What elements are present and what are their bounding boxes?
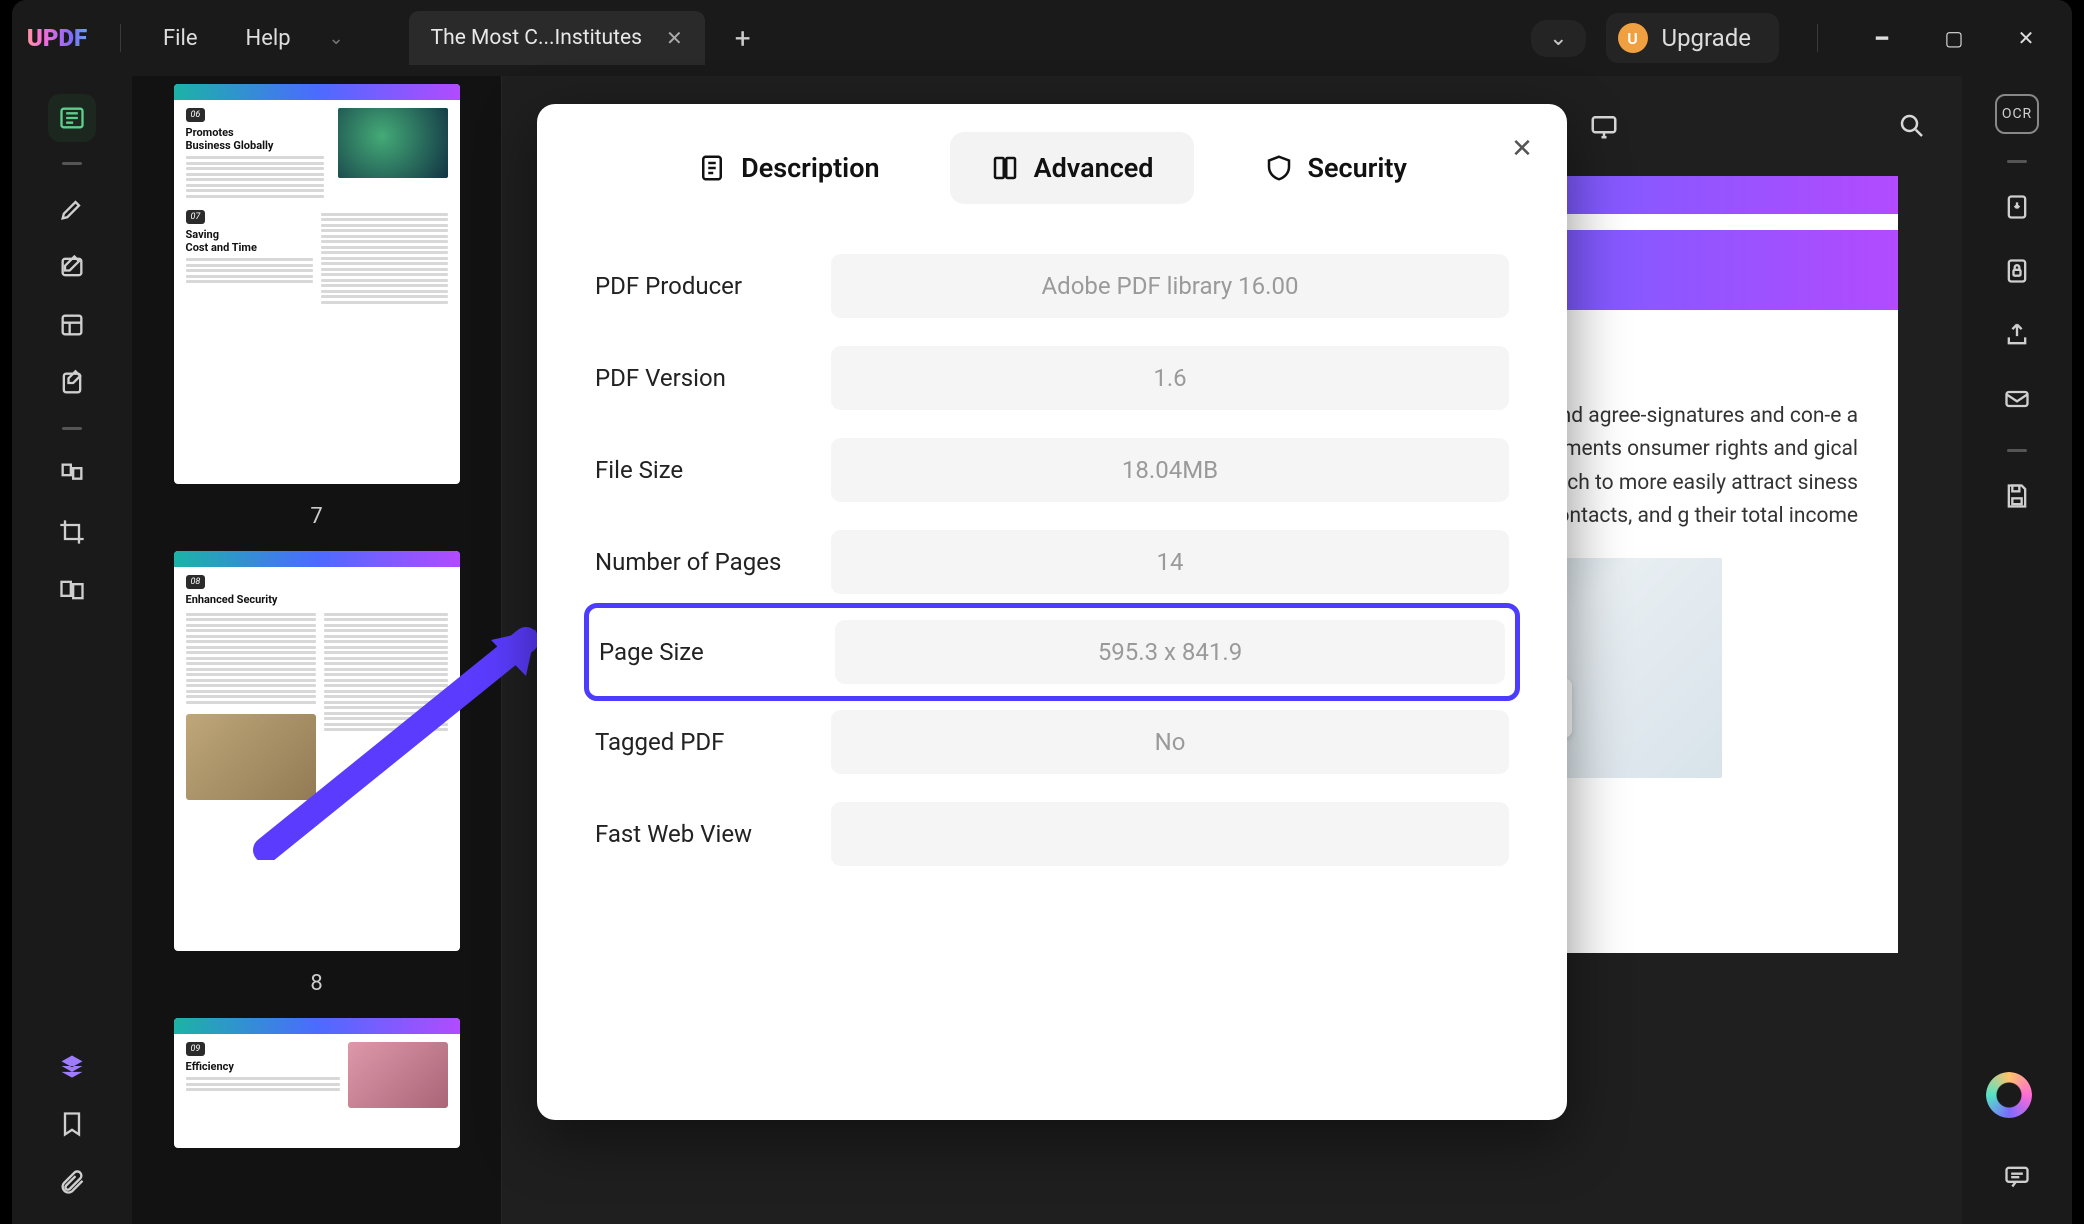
ocr-button[interactable]: OCR <box>1995 94 2039 134</box>
tool-compare[interactable] <box>48 566 96 614</box>
presentation-icon[interactable] <box>1582 104 1626 148</box>
right-tool-rail: OCR <box>1962 76 2072 1224</box>
share-icon[interactable] <box>1993 311 2041 359</box>
window-close-button[interactable]: ✕ <box>2000 18 2052 58</box>
separator <box>2007 160 2027 163</box>
save-icon[interactable] <box>1993 472 2041 520</box>
prop-value: 595.3 x 841.9 <box>835 620 1505 684</box>
row-number-of-pages: Number of Pages 14 <box>589 516 1515 608</box>
tool-attachments[interactable] <box>48 1158 96 1206</box>
document-properties-modal: ✕ Description Advanced Security PDF Prod… <box>537 104 1567 1120</box>
row-file-size: File Size 18.04MB <box>589 424 1515 516</box>
app-window: UPDF File Help ⌄ The Most C...Institutes… <box>12 0 2072 1224</box>
separator <box>62 162 82 165</box>
tool-organize-pages[interactable] <box>48 450 96 498</box>
thumbnail-panel[interactable]: 06 Promotes Business Globally 07 Saving … <box>132 76 502 1224</box>
tool-page-layout[interactable] <box>48 301 96 349</box>
close-icon[interactable]: ✕ <box>1503 130 1541 168</box>
separator <box>2007 449 2027 452</box>
thumbnail-graphic <box>186 714 316 800</box>
tab-strip: The Most C...Institutes ✕ + <box>409 11 761 65</box>
properties-list: PDF Producer Adobe PDF library 16.00 PDF… <box>567 240 1537 880</box>
thumbnail-graphic <box>348 1042 448 1108</box>
prop-label: File Size <box>595 456 805 484</box>
brand-logo-icon[interactable] <box>1986 1072 2032 1118</box>
tool-reader[interactable] <box>48 94 96 142</box>
tab-advanced-label: Advanced <box>1034 152 1154 184</box>
page-number: 8 <box>156 971 477 996</box>
prop-value: 1.6 <box>831 346 1509 410</box>
email-icon[interactable] <box>1993 375 2041 423</box>
separator <box>62 427 82 430</box>
tab-advanced[interactable]: Advanced <box>950 132 1194 204</box>
page-number: 7 <box>156 504 477 529</box>
thumbnail-graphic <box>338 108 448 178</box>
tool-crop[interactable] <box>48 508 96 556</box>
tab-security-label: Security <box>1308 152 1407 184</box>
prop-value: Adobe PDF library 16.00 <box>831 254 1509 318</box>
document-tab[interactable]: The Most C...Institutes ✕ <box>409 11 705 65</box>
window-maximize-button[interactable]: ▢ <box>1928 18 1980 58</box>
avatar: U <box>1618 23 1648 53</box>
row-tagged-pdf: Tagged PDF No <box>589 696 1515 788</box>
upgrade-label: Upgrade <box>1662 24 1752 52</box>
tool-edit-text[interactable] <box>48 243 96 291</box>
new-tab-button[interactable]: + <box>725 22 761 55</box>
window-minimize-button[interactable]: ━ <box>1856 18 1908 58</box>
tab-description[interactable]: Description <box>657 132 919 204</box>
titlebar-right: ⌄ U Upgrade ━ ▢ ✕ <box>1531 13 2062 63</box>
prop-label: Tagged PDF <box>595 728 805 756</box>
section-title: Efficiency <box>186 1060 340 1073</box>
comments-icon[interactable] <box>1993 1152 2041 1200</box>
tool-highlighter[interactable] <box>48 185 96 233</box>
tool-bookmarks[interactable] <box>48 1100 96 1148</box>
page-thumbnail-9[interactable]: 09 Efficiency <box>174 1018 460 1148</box>
prop-value: No <box>831 710 1509 774</box>
divider <box>1817 24 1818 52</box>
close-icon[interactable]: ✕ <box>666 26 683 50</box>
section-badge: 09 <box>186 1042 206 1056</box>
app-logo[interactable]: UPDF <box>12 24 102 52</box>
row-fast-web-view: Fast Web View <box>589 788 1515 880</box>
tabs-dropdown-button[interactable]: ⌄ <box>1531 20 1585 57</box>
tool-layers[interactable] <box>48 1042 96 1090</box>
page-thumbnail-7[interactable]: 06 Promotes Business Globally 07 Saving … <box>174 84 460 484</box>
prop-value: 18.04MB <box>831 438 1509 502</box>
section-title: Saving Cost and Time <box>186 228 313 254</box>
tool-form[interactable] <box>48 359 96 407</box>
prop-label: PDF Version <box>595 364 805 392</box>
page-thumbnail-8[interactable]: 08 Enhanced Security <box>174 551 460 951</box>
prop-label: Number of Pages <box>595 548 805 576</box>
prop-label: PDF Producer <box>595 272 805 300</box>
menu-help[interactable]: Help <box>222 26 315 51</box>
left-tool-rail <box>12 76 132 1224</box>
prop-label: Fast Web View <box>595 820 805 848</box>
tab-security[interactable]: Security <box>1224 132 1447 204</box>
section-badge: 07 <box>186 210 206 224</box>
modal-tabs: Description Advanced Security <box>567 132 1537 204</box>
row-page-size: Page Size 595.3 x 841.9 <box>589 608 1515 696</box>
prop-value <box>831 802 1509 866</box>
row-pdf-version: PDF Version 1.6 <box>589 332 1515 424</box>
prop-label: Page Size <box>599 638 809 666</box>
search-icon[interactable] <box>1890 104 1934 148</box>
title-bar: UPDF File Help ⌄ The Most C...Institutes… <box>12 0 2072 76</box>
protect-icon[interactable] <box>1993 247 2041 295</box>
prop-value: 14 <box>831 530 1509 594</box>
section-badge: 08 <box>186 575 206 589</box>
export-icon[interactable] <box>1993 183 2041 231</box>
section-badge: 06 <box>186 108 206 122</box>
section-title: Promotes Business Globally <box>186 126 324 152</box>
tab-description-label: Description <box>741 152 879 184</box>
divider <box>120 24 121 52</box>
menu-chevron-icon[interactable]: ⌄ <box>329 28 349 49</box>
row-pdf-producer: PDF Producer Adobe PDF library 16.00 <box>589 240 1515 332</box>
section-title: Enhanced Security <box>186 593 448 606</box>
menu-file[interactable]: File <box>139 26 222 51</box>
upgrade-button[interactable]: U Upgrade <box>1606 13 1780 63</box>
tab-title: The Most C...Institutes <box>431 26 642 50</box>
